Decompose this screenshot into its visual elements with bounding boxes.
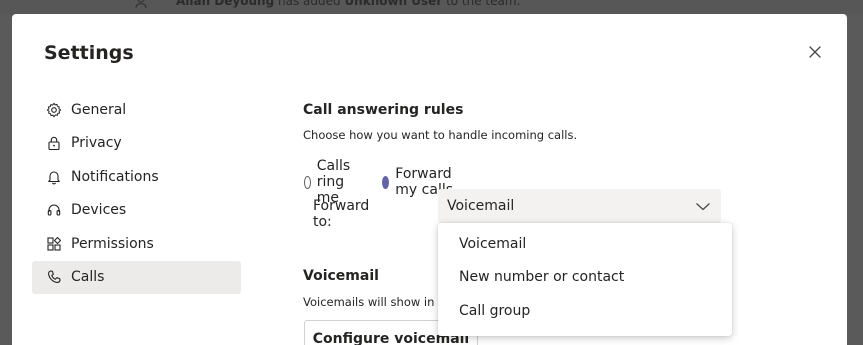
sidebar-item-devices[interactable]: Devices: [32, 194, 241, 228]
radio-selected-icon: [382, 175, 390, 189]
headset-icon: [46, 202, 62, 218]
call-answering-description: Choose how you want to handle incoming c…: [303, 128, 578, 142]
dropdown-option-new-number[interactable]: New number or contact: [438, 261, 732, 295]
bell-icon: [46, 169, 62, 185]
person-add-icon: [135, 0, 147, 9]
call-answering-heading: Call answering rules: [303, 102, 464, 118]
forward-to-select[interactable]: Voicemail: [438, 189, 721, 223]
background-notification: Allan Deyoung has added Unknown User to …: [0, 0, 863, 14]
sidebar-item-label: Privacy: [71, 135, 122, 152]
sidebar-item-notifications[interactable]: Notifications: [32, 160, 241, 194]
close-icon[interactable]: [807, 44, 823, 60]
grid-icon: [46, 236, 62, 252]
lock-icon: [46, 135, 62, 151]
sidebar-item-privacy[interactable]: Privacy: [32, 127, 241, 161]
dialog-title: Settings: [44, 42, 134, 64]
dropdown-option-voicemail[interactable]: Voicemail: [438, 227, 732, 261]
notification-text: Allan Deyoung has added Unknown User to …: [176, 0, 521, 8]
forward-to-dropdown: Voicemail New number or contact Call gro…: [438, 223, 732, 336]
sidebar-item-general[interactable]: General: [32, 93, 241, 127]
sidebar-item-calls[interactable]: Calls: [32, 260, 241, 294]
sidebar-item-permissions[interactable]: Permissions: [32, 227, 241, 261]
sidebar-item-label: Devices: [71, 202, 127, 219]
sidebar-item-label: Calls: [71, 269, 105, 286]
gear-icon: [46, 102, 62, 118]
forward-to-value: Voicemail: [447, 198, 515, 214]
sidebar-item-label: Permissions: [71, 235, 154, 252]
settings-dialog: Settings General Privacy Notifications D…: [12, 14, 847, 345]
phone-icon: [46, 269, 62, 285]
forward-to-label: Forward to:: [313, 198, 370, 230]
sidebar-item-label: Notifications: [71, 168, 159, 185]
sidebar-item-label: General: [71, 101, 127, 118]
settings-sidebar: General Privacy Notifications Devices Pe…: [32, 93, 241, 294]
chevron-down-icon: [696, 203, 710, 211]
dropdown-option-call-group[interactable]: Call group: [438, 294, 732, 328]
radio-unselected-icon: [304, 175, 311, 189]
voicemail-heading: Voicemail: [303, 268, 379, 284]
voicemail-description: Voicemails will show in th: [303, 295, 450, 309]
